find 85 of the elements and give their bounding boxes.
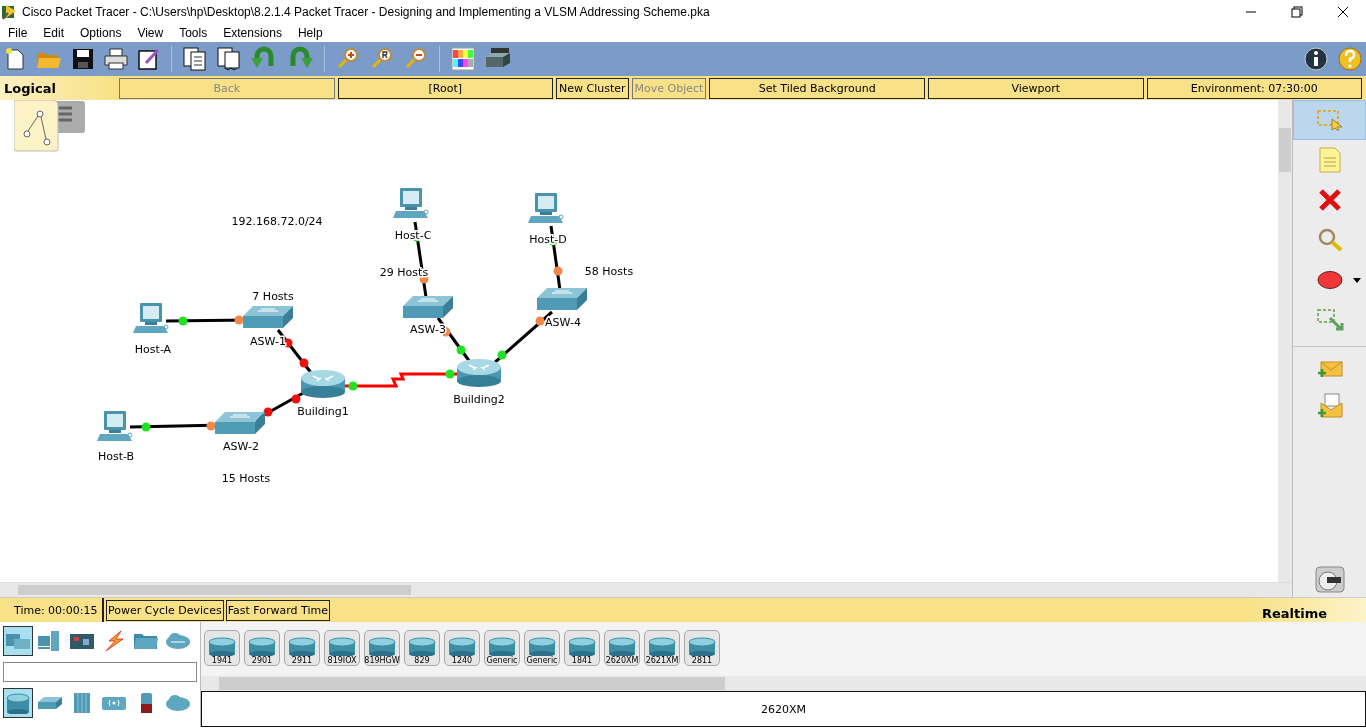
new-file-icon[interactable] (4, 47, 26, 71)
device-model-button[interactable]: Generic (524, 630, 560, 666)
color-palette-icon[interactable] (451, 47, 475, 71)
save-icon[interactable] (72, 48, 94, 70)
note-text: 192.168.72.0/24 (231, 215, 323, 228)
subcategory-button[interactable] (3, 688, 33, 718)
device-model-button[interactable]: 2901 (244, 630, 280, 666)
window-title: Cisco Packet Tracer - C:\Users\hp\Desktop\8.2.1.4 Packet Tracer - Designing and Implementing a VLSM Addressing Scheme.pka (22, 5, 711, 19)
menu-item[interactable]: Options (72, 26, 130, 40)
category-button[interactable] (3, 626, 33, 656)
device-model-button[interactable]: 2811 (684, 630, 720, 666)
ellipse-icon (1316, 270, 1343, 290)
device-label: ASW-4 (545, 316, 581, 329)
search-field[interactable] (3, 662, 197, 682)
edit-icon[interactable] (138, 48, 160, 70)
device-model-button[interactable]: 1841 (564, 630, 600, 666)
cloud-icon (165, 692, 191, 714)
device-label: Host-B (97, 450, 135, 463)
device-model-button[interactable]: 1941 (204, 630, 240, 666)
switch-icon[interactable] (243, 306, 293, 328)
resize-icon (1315, 308, 1344, 332)
menu-item[interactable]: Tools (171, 26, 216, 40)
status-button[interactable]: Power Cycle Devices (106, 599, 224, 621)
device-model-button[interactable]: 1240 (444, 630, 480, 666)
horizontal-scrollbar[interactable] (201, 676, 1366, 691)
help-icon[interactable] (1338, 47, 1362, 71)
status-button[interactable]: Fast Forward Time (225, 599, 330, 621)
select-icon (1315, 109, 1344, 131)
print-icon[interactable] (104, 48, 128, 70)
device-model-button[interactable]: 2911 (284, 630, 320, 666)
delete-icon (1317, 188, 1342, 212)
router-icon[interactable] (457, 359, 501, 387)
cloud-icon (165, 630, 191, 652)
zoom-in-icon[interactable] (336, 47, 360, 71)
model-field: 2620XM (201, 691, 1366, 727)
note-icon (1318, 147, 1341, 173)
router-icon[interactable] (301, 370, 345, 398)
maximize-icon[interactable] (1291, 6, 1303, 18)
device-label: Host-A (134, 343, 172, 356)
switch-icon[interactable] (403, 296, 453, 318)
device-model-button[interactable]: 829 (404, 630, 440, 666)
menu-item[interactable]: Extensions (215, 26, 290, 40)
device-model-button[interactable]: Generic (484, 630, 520, 666)
horizontal-scrollbar[interactable] (0, 582, 1292, 597)
logical-view-icon[interactable] (14, 100, 86, 152)
note-text: 7 Hosts (252, 290, 294, 303)
copy-icon[interactable] (183, 47, 207, 71)
close-icon[interactable] (1337, 6, 1349, 18)
toolbar-button[interactable]: [Root] (337, 77, 554, 99)
paste-icon[interactable] (217, 47, 241, 71)
pc-icon[interactable] (133, 303, 169, 333)
toolbar-button[interactable]: New Cluster (556, 77, 629, 99)
device-model-button[interactable]: 819HGW (364, 630, 400, 666)
zoom-reset-icon[interactable] (370, 47, 394, 71)
device-model-button[interactable]: 2621XM (644, 630, 680, 666)
menu-item[interactable]: Help (289, 26, 331, 40)
router-icon (5, 692, 31, 714)
note-text: 58 Hosts (584, 265, 634, 278)
pc-icon[interactable] (97, 411, 133, 441)
vertical-scrollbar[interactable] (1278, 100, 1292, 582)
device-model-button[interactable]: 2620XM (604, 630, 640, 666)
pc-icon[interactable] (528, 193, 564, 223)
note-text: 15 Hosts (221, 472, 271, 485)
device-label: Building1 (297, 405, 349, 418)
menu-item[interactable]: View (129, 26, 172, 40)
device-label: ASW-2 (223, 440, 259, 453)
device-model-button[interactable]: 819IOX (324, 630, 360, 666)
toolbar-button[interactable]: Viewport (927, 77, 1144, 99)
toolbar-button[interactable]: Set Tiled Background (709, 77, 925, 99)
toolbar-button[interactable]: Environment: 07:30:00 (1146, 77, 1363, 99)
stopwatch-icon[interactable] (1314, 565, 1345, 593)
envelope-icon (1316, 358, 1343, 379)
time-display: Time: 00:00:15 (0, 598, 104, 622)
pc-icon[interactable] (393, 188, 429, 218)
zoom-out-icon[interactable] (404, 47, 428, 71)
menu-item[interactable]: File (0, 26, 36, 40)
search-icon (1316, 228, 1343, 252)
app-icon (0, 3, 18, 21)
switch-icon[interactable] (537, 288, 587, 310)
info-icon[interactable] (1304, 47, 1328, 71)
switch-icon[interactable] (215, 412, 265, 434)
menu-item[interactable]: Edit (35, 26, 73, 40)
device-label: Building2 (453, 393, 505, 406)
open-envelope-icon (1316, 393, 1343, 419)
caret-icon[interactable] (1352, 277, 1361, 283)
